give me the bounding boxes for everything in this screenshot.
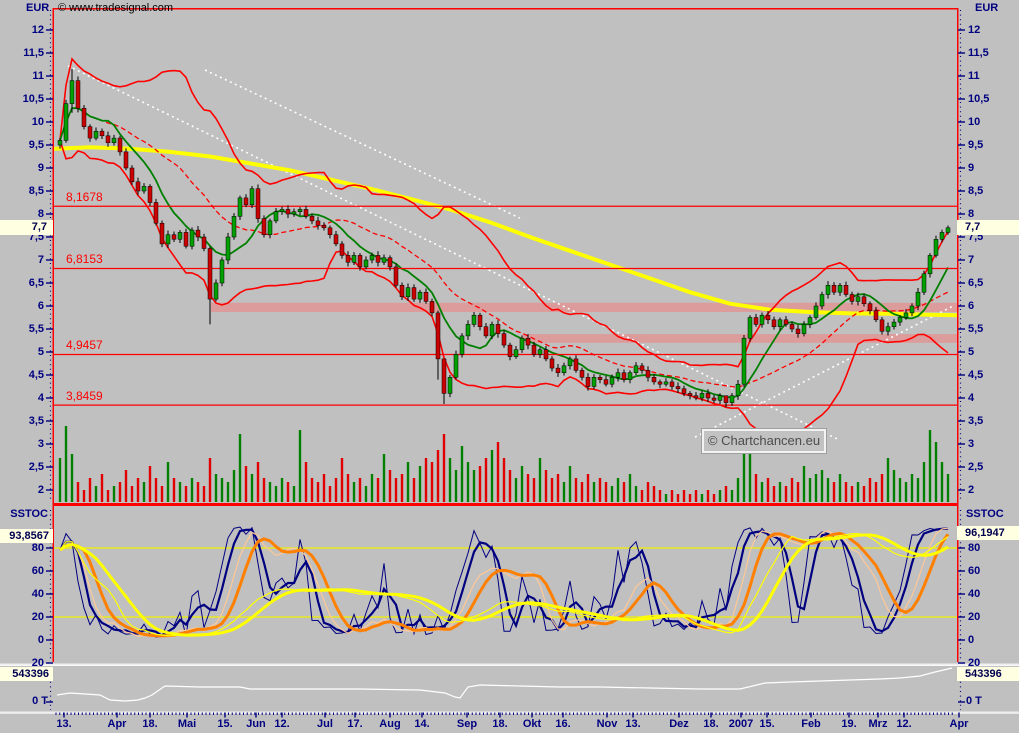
price-axis-label-right: 6 <box>968 300 975 312</box>
bottom-zero-label-left: 0 T <box>32 695 48 707</box>
price-axis-label-left: 6,5 <box>28 277 44 289</box>
price-axis-label-right: 11,5 <box>968 47 989 59</box>
price-axis-label-right: 9,5 <box>968 139 984 151</box>
date-label: 13. <box>625 718 641 730</box>
date-label: 15. <box>759 718 775 730</box>
price-axis-label-right: 10,5 <box>968 93 990 105</box>
currency-label-right: EUR <box>975 2 999 14</box>
date-label: Feb <box>801 718 821 730</box>
price-axis-label-left: 10 <box>31 116 44 128</box>
price-axis-label-right: 8,5 <box>968 185 984 197</box>
price-axis-label-right: 8 <box>968 208 975 220</box>
main-panel-bottom-border <box>53 503 958 506</box>
stoch-axis-label-left: 40 <box>31 588 44 600</box>
price-axis-label-left: 11,5 <box>23 47 44 59</box>
price-axis-label-right: 4,5 <box>968 369 984 381</box>
price-axis-label-right: 9 <box>968 162 975 174</box>
price-axis-label-right: 3,5 <box>968 415 984 427</box>
stoch-axis-label-left: 60 <box>31 565 44 577</box>
price-axis-label-left: 9,5 <box>28 139 44 151</box>
price-axis-label-left: 8,5 <box>28 185 44 197</box>
price-axis-label-left: 3,5 <box>28 415 44 427</box>
current-price-label-right: 7,7 <box>957 220 1019 235</box>
price-axis-label-right: 3 <box>968 438 975 450</box>
bottom-value-left: 543396 <box>0 667 53 681</box>
stoch-axis-label-left: 80 <box>31 542 44 554</box>
sstoc-plot[interactable] <box>54 509 957 662</box>
price-axis-label-left: 11 <box>32 70 44 82</box>
price-axis-label-left: 6 <box>37 300 44 312</box>
price-axis-label-right: 5,5 <box>968 323 984 335</box>
price-axis-label-left: 8 <box>37 208 44 220</box>
stoch-axis-label-right: 40 <box>968 588 981 600</box>
bottom-value-right: 543396 <box>957 667 1019 681</box>
currency-label-left: EUR <box>26 2 50 14</box>
panel-divider <box>0 664 1019 666</box>
price-axis-label-left: 3 <box>37 438 44 450</box>
price-axis-label-left: 5,5 <box>28 323 44 335</box>
price-axis-label-right: 5 <box>968 346 975 358</box>
price-axis-label-right: 11 <box>968 70 980 82</box>
stoch-axis-label-right: 60 <box>968 565 981 577</box>
price-axis-label-right: 4 <box>968 392 975 404</box>
price-axis-label-left: 4,5 <box>28 369 44 381</box>
sstoc-label-right: SSTOC <box>966 508 1004 520</box>
panel-divider <box>0 663 1019 665</box>
stoch-axis-label-right: 0 <box>968 634 975 646</box>
trading-chart-window: EUR © www.tradesignal.com EUR SSTOC SSTO… <box>0 0 1019 733</box>
stoch-axis-label-left: 20 <box>31 611 44 623</box>
date-label: Apr <box>949 718 969 730</box>
chartchancen-watermark: © Chartchancen.eu <box>702 429 826 453</box>
sstoc-value-right: 96,1947 <box>957 526 1019 540</box>
stoch-axis-label-right: 80 <box>968 542 981 554</box>
price-axis-label-left: 2,5 <box>28 461 44 473</box>
date-label: 13. <box>56 718 72 730</box>
date-label: 12. <box>896 718 912 730</box>
chart-right-border <box>957 8 959 662</box>
stoch-axis-label-right: 20 <box>968 611 981 623</box>
sstoc-label-left: SSTOC <box>10 508 48 520</box>
price-axis-label-right: 2,5 <box>968 461 984 473</box>
price-axis-label-right: 6,5 <box>968 277 984 289</box>
date-label: 16. <box>555 718 571 730</box>
date-label: 12. <box>274 718 290 730</box>
price-axis-label-left: 4 <box>37 392 44 404</box>
price-axis-label-left: 2 <box>37 484 44 496</box>
date-label: Mai <box>177 718 197 730</box>
price-axis-label-left: 7 <box>37 254 44 266</box>
price-axis-label-right: 2 <box>968 484 975 496</box>
current-price-label-left: 7,7 <box>0 220 53 235</box>
panel-divider <box>0 711 1019 713</box>
price-axis-label-left: 12 <box>31 24 44 36</box>
bottom-indicator-plot[interactable] <box>54 667 957 711</box>
price-axis-label-right: 10 <box>968 116 981 128</box>
price-axis-label-left: 10,5 <box>22 93 44 105</box>
sstoc-value-left: 93,8567 <box>0 529 53 543</box>
stoch-axis-label-left: 0 <box>37 634 44 646</box>
date-label: 18. <box>142 718 158 730</box>
bottom-zero-label-right: 0 T <box>966 695 982 707</box>
date-label: 14. <box>414 718 430 730</box>
price-axis-label-right: 12 <box>968 24 981 36</box>
date-label: 17. <box>347 718 363 730</box>
price-axis-label-right: 7 <box>968 254 975 266</box>
price-axis-label-left: 5 <box>37 346 44 358</box>
price-axis-label-left: 9 <box>37 162 44 174</box>
